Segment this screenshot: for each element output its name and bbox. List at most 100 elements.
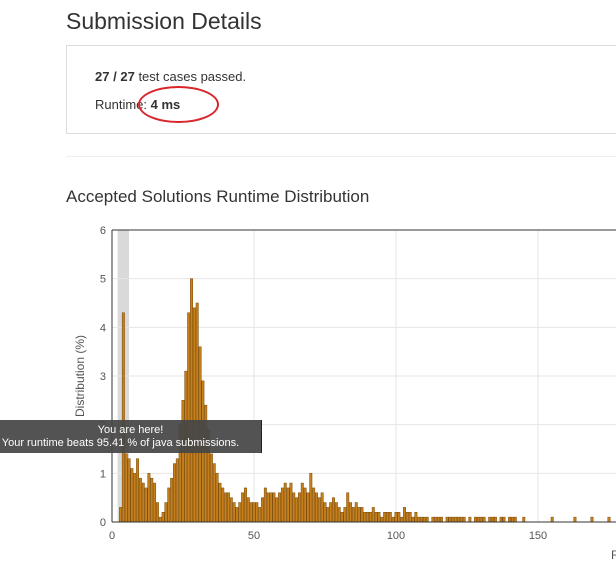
distribution-bar[interactable] — [170, 477, 174, 523]
distribution-bar[interactable] — [280, 487, 284, 523]
distribution-bar[interactable] — [255, 502, 259, 523]
distribution-bar[interactable] — [343, 507, 347, 523]
distribution-bar[interactable] — [488, 516, 492, 523]
distribution-bar[interactable] — [155, 502, 159, 523]
distribution-bar[interactable] — [153, 482, 157, 523]
distribution-bar[interactable] — [252, 502, 256, 523]
distribution-bar[interactable] — [351, 507, 355, 523]
distribution-bar[interactable] — [121, 312, 125, 523]
distribution-bar[interactable] — [127, 458, 131, 523]
distribution-bar[interactable] — [482, 516, 486, 523]
distribution-bar[interactable] — [366, 512, 370, 523]
distribution-bar[interactable] — [297, 492, 301, 523]
distribution-bar[interactable] — [397, 512, 401, 523]
distribution-bar[interactable] — [215, 473, 219, 523]
distribution-bar[interactable] — [357, 507, 361, 523]
distribution-bar[interactable] — [323, 502, 327, 523]
distribution-bar[interactable] — [315, 492, 318, 523]
distribution-bar[interactable] — [278, 492, 282, 523]
distribution-bar[interactable] — [408, 512, 412, 523]
distribution-bar[interactable] — [141, 482, 145, 523]
distribution-bar[interactable] — [417, 516, 421, 523]
distribution-bar[interactable] — [414, 512, 418, 523]
distribution-bar[interactable] — [439, 516, 443, 523]
distribution-bar[interactable] — [187, 312, 191, 523]
distribution-bar[interactable] — [434, 516, 438, 523]
distribution-bar[interactable] — [312, 487, 316, 523]
distribution-bar[interactable] — [212, 463, 216, 523]
distribution-bar[interactable] — [246, 497, 250, 523]
distribution-bar[interactable] — [510, 516, 514, 523]
runtime-distribution-chart[interactable]: 0123456050100150Distribution (%)R — [0, 210, 616, 565]
distribution-bar[interactable] — [383, 512, 387, 523]
distribution-bar[interactable] — [164, 502, 168, 523]
distribution-bar[interactable] — [190, 278, 193, 523]
distribution-bar[interactable] — [394, 512, 398, 523]
distribution-bar[interactable] — [221, 487, 225, 523]
distribution-bar[interactable] — [226, 492, 230, 523]
distribution-bar[interactable] — [454, 516, 458, 523]
distribution-bar[interactable] — [317, 497, 321, 523]
distribution-bar[interactable] — [309, 473, 313, 523]
distribution-bar[interactable] — [462, 516, 466, 523]
distribution-bar[interactable] — [388, 512, 392, 523]
distribution-bar[interactable] — [218, 482, 222, 523]
distribution-bar[interactable] — [173, 463, 176, 523]
distribution-bar[interactable] — [124, 453, 128, 523]
distribution-bar[interactable] — [303, 487, 307, 523]
distribution-bar[interactable] — [340, 512, 344, 523]
distribution-bar[interactable] — [150, 477, 154, 523]
distribution-bar[interactable] — [508, 516, 512, 523]
distribution-bar[interactable] — [405, 512, 409, 523]
distribution-bar[interactable] — [269, 492, 273, 523]
distribution-bar[interactable] — [403, 507, 406, 523]
distribution-bar[interactable] — [286, 487, 290, 523]
distribution-bar[interactable] — [479, 516, 483, 523]
distribution-bar[interactable] — [332, 497, 335, 523]
distribution-bar[interactable] — [232, 502, 236, 523]
distribution-bar[interactable] — [386, 512, 389, 523]
distribution-bar[interactable] — [258, 507, 262, 523]
distribution-bar[interactable] — [266, 492, 270, 523]
distribution-bar[interactable] — [380, 516, 384, 523]
distribution-bar[interactable] — [306, 492, 310, 523]
distribution-bar[interactable] — [468, 516, 472, 523]
distribution-bar[interactable] — [235, 507, 239, 523]
distribution-bar[interactable] — [451, 516, 455, 523]
distribution-bar[interactable] — [161, 512, 165, 523]
distribution-bar[interactable] — [133, 473, 137, 523]
distribution-bar[interactable] — [522, 516, 526, 523]
distribution-bar[interactable] — [289, 482, 293, 523]
distribution-bar[interactable] — [334, 502, 338, 523]
distribution-bar[interactable] — [360, 507, 364, 523]
distribution-bar[interactable] — [400, 516, 404, 523]
distribution-bar[interactable] — [499, 516, 503, 523]
distribution-bar[interactable] — [320, 492, 324, 523]
distribution-bar[interactable] — [224, 492, 228, 523]
distribution-bar[interactable] — [513, 516, 517, 523]
distribution-bar[interactable] — [431, 516, 435, 523]
distribution-bar[interactable] — [238, 502, 242, 523]
distribution-bar[interactable] — [209, 453, 213, 523]
distribution-bar[interactable] — [147, 473, 151, 523]
distribution-bar[interactable] — [448, 516, 452, 523]
distribution-bar[interactable] — [368, 512, 372, 523]
distribution-bar[interactable] — [175, 458, 179, 523]
distribution-bar[interactable] — [329, 502, 333, 523]
distribution-bar[interactable] — [437, 516, 441, 523]
distribution-bar[interactable] — [144, 487, 148, 523]
distribution-bar[interactable] — [502, 516, 506, 523]
distribution-bar[interactable] — [391, 516, 395, 523]
distribution-bar[interactable] — [130, 468, 134, 523]
distribution-bar[interactable] — [263, 487, 267, 523]
distribution-bar[interactable] — [457, 516, 460, 523]
distribution-bar[interactable] — [326, 507, 330, 523]
distribution-bar[interactable] — [371, 507, 375, 523]
distribution-bar[interactable] — [292, 492, 296, 523]
distribution-bar[interactable] — [275, 497, 279, 523]
distribution-bar[interactable] — [119, 507, 122, 523]
distribution-bar[interactable] — [354, 502, 358, 523]
distribution-bar[interactable] — [377, 512, 381, 523]
distribution-bar[interactable] — [300, 482, 304, 523]
distribution-bar[interactable] — [249, 502, 253, 523]
